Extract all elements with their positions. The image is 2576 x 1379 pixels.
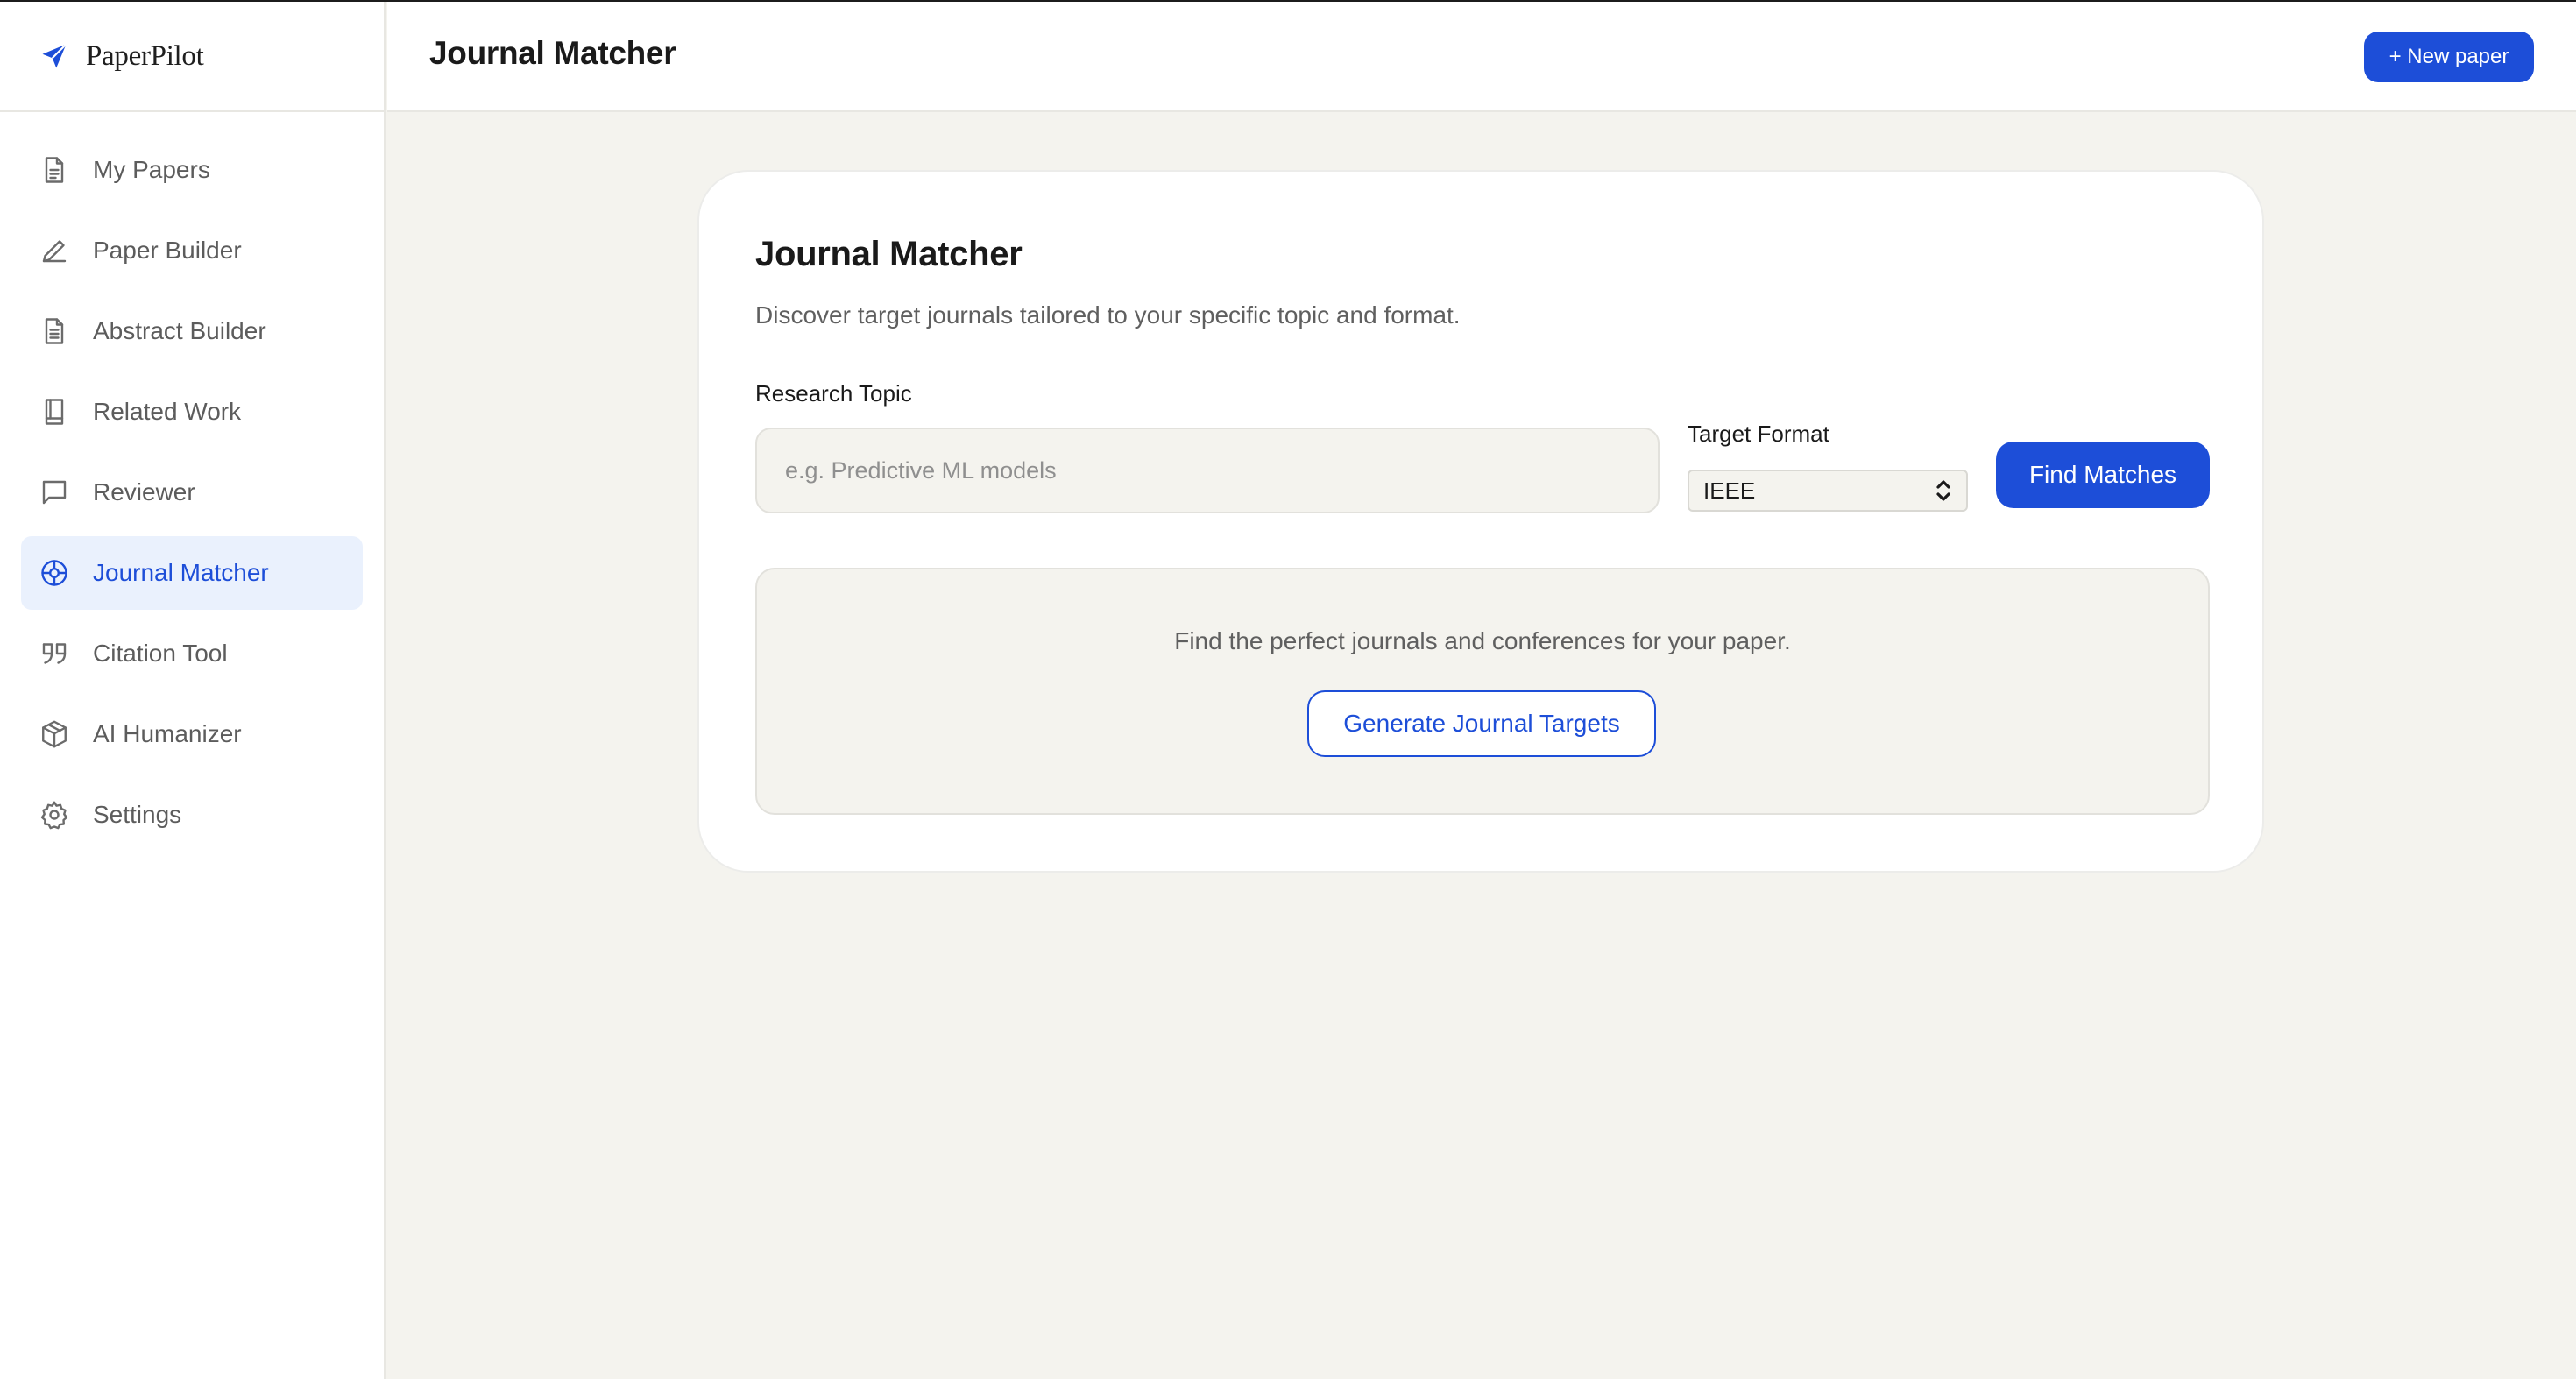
sidebar-item-label: Journal Matcher	[93, 559, 269, 586]
sidebar-item-label: Abstract Builder	[93, 317, 266, 344]
sidebar-item-citation-tool[interactable]: Citation Tool	[21, 617, 363, 690]
new-paper-button[interactable]: + New paper	[2364, 32, 2534, 82]
empty-state-text: Find the perfect journals and conference…	[1174, 627, 1791, 654]
brand-logo[interactable]: PaperPilot	[0, 2, 384, 112]
paper-plane-icon	[42, 43, 67, 68]
app-name: PaperPilot	[86, 39, 204, 72]
document-text-icon	[45, 318, 64, 344]
sidebar-item-ai-humanizer[interactable]: AI Humanizer	[21, 697, 363, 771]
sidebar: PaperPilot My Papers Paper Builder Abstr…	[0, 2, 386, 1379]
card-title: Journal Matcher	[755, 235, 1023, 273]
chevron-up-down-icon	[1936, 480, 1950, 501]
gear-icon	[40, 801, 68, 830]
target-format-select[interactable]: IEEE	[1688, 470, 1968, 512]
sidebar-item-label: My Papers	[93, 156, 210, 183]
sidebar-nav: My Papers Paper Builder Abstract Builder…	[0, 112, 384, 852]
sidebar-item-label: Related Work	[93, 398, 242, 425]
sidebar-item-abstract-builder[interactable]: Abstract Builder	[21, 294, 363, 368]
sidebar-item-journal-matcher[interactable]: Journal Matcher	[21, 536, 363, 610]
sidebar-item-label: Reviewer	[93, 478, 195, 506]
sidebar-item-settings[interactable]: Settings	[21, 778, 363, 852]
chat-bubble-icon	[42, 480, 67, 505]
sidebar-item-related-work[interactable]: Related Work	[21, 375, 363, 449]
sidebar-item-label: Citation Tool	[93, 640, 228, 667]
book-icon	[45, 399, 64, 425]
cube-icon	[42, 720, 67, 748]
target-icon	[41, 560, 67, 586]
generate-journal-targets-button[interactable]: Generate Journal Targets	[1307, 690, 1656, 757]
research-topic-label: Research Topic	[755, 380, 912, 407]
quote-icon	[42, 643, 67, 664]
page-title: Journal Matcher	[429, 35, 676, 71]
top-header: Journal Matcher + New paper	[387, 2, 2576, 112]
document-icon	[45, 157, 64, 183]
card-subtitle: Discover target journals tailored to you…	[755, 301, 1461, 329]
pencil-icon	[42, 240, 67, 263]
target-format-value: IEEE	[1703, 477, 1756, 504]
research-topic-input[interactable]	[755, 428, 1660, 513]
target-format-label: Target Format	[1688, 421, 1829, 447]
sidebar-item-label: Paper Builder	[93, 237, 242, 264]
journal-matcher-card: Journal Matcher Discover target journals…	[697, 170, 2264, 873]
sidebar-item-label: AI Humanizer	[93, 720, 242, 747]
find-matches-button[interactable]: Find Matches	[1996, 442, 2210, 508]
sidebar-item-reviewer[interactable]: Reviewer	[21, 456, 363, 529]
sidebar-item-my-papers[interactable]: My Papers	[21, 133, 363, 207]
results-empty-state: Find the perfect journals and conference…	[755, 568, 2210, 815]
sidebar-item-paper-builder[interactable]: Paper Builder	[21, 214, 363, 287]
sidebar-item-label: Settings	[93, 801, 182, 828]
